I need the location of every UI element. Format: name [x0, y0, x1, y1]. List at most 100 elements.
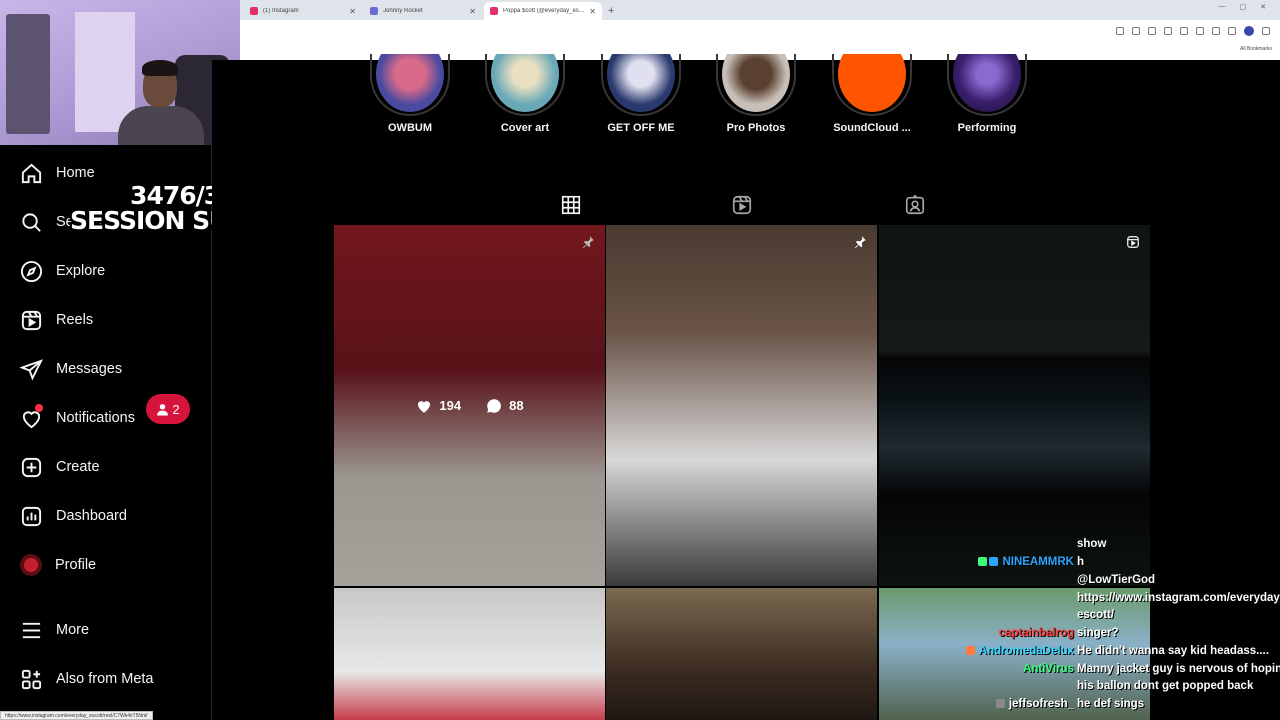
sidebar-item-reels[interactable]: Reels [20, 305, 93, 335]
highlight-cover [607, 54, 675, 112]
chat-badges [978, 557, 999, 567]
status-bar-url: https://www.instagram.com/everyday_escot… [0, 711, 153, 720]
chat-username: AntiVirus [1023, 663, 1074, 675]
webcam-person-hair [142, 60, 178, 76]
user-icon [157, 403, 169, 415]
chat-message: https://www.instagram.com/everyday_ [1077, 592, 1280, 604]
sidebar-item-messages[interactable]: Messages [20, 354, 122, 384]
highlight-ring [485, 54, 565, 116]
media-icon[interactable] [1164, 27, 1172, 35]
highlight-item[interactable]: GET OFF ME [601, 54, 681, 134]
webcam-person-body [118, 106, 204, 145]
webcam-cat-tree [6, 14, 50, 134]
highlight-item[interactable]: Cover art [485, 54, 565, 134]
sidebar-item-label: Notifications [56, 410, 135, 426]
chat-message: show [1077, 538, 1107, 550]
tab-title: Johnny Rocket [383, 8, 423, 14]
sidebar-item-label: Messages [56, 361, 123, 377]
sidebar-item-label: Also from Meta [56, 671, 154, 687]
kebab-menu-icon[interactable] [1262, 27, 1270, 35]
reels-tab-icon[interactable] [731, 194, 753, 216]
browser-toolbar [240, 20, 1280, 42]
sidebar-icon[interactable] [1196, 27, 1204, 35]
highlight-item[interactable]: Performing [947, 54, 1027, 134]
extensions-icon[interactable] [1180, 27, 1188, 35]
translate-icon[interactable] [1116, 27, 1124, 35]
comments-count: 88 [509, 398, 524, 413]
tab-search-icon[interactable] [1228, 27, 1236, 35]
highlight-label: Cover art [500, 122, 550, 134]
close-icon[interactable]: ✕ [469, 7, 476, 16]
highlight-label: Performing [957, 122, 1017, 134]
browser-tab-2[interactable]: Poppa $cott (@everyday_escott) ✕ [484, 2, 602, 20]
chat-message: He didn't wanna say kid headass.... [1077, 645, 1269, 657]
sidebar-item-notifications[interactable]: Notifications 2 [20, 394, 190, 433]
chat-message: he def sings [1077, 698, 1145, 710]
home-icon [21, 163, 42, 183]
browser-profile-avatar[interactable] [1244, 26, 1254, 36]
pen-icon [370, 7, 378, 15]
sidebar-item-more[interactable]: More [20, 615, 89, 645]
browser-tab-bar: (1) Instagram ✕ Johnny Rocket ✕ Poppa $c… [240, 0, 1280, 20]
comments-stat: 88 [485, 397, 524, 415]
zoom-icon[interactable] [1132, 27, 1140, 35]
tagged-icon[interactable] [904, 194, 926, 216]
sidebar-item-label: Home [56, 165, 95, 181]
highlight-item[interactable]: SoundCloud ... [832, 54, 912, 134]
minimize-icon[interactable]: — [1219, 3, 1226, 11]
screen: (1) Instagram ✕ Johnny Rocket ✕ Poppa $c… [0, 0, 1280, 720]
post-tile[interactable] [606, 225, 877, 586]
chat-message: h [1077, 556, 1085, 568]
search-icon [22, 212, 41, 232]
highlight-item[interactable]: OWBUM [370, 54, 450, 134]
new-tab-button[interactable]: + [608, 2, 614, 20]
sidebar-item-label: Profile [55, 557, 97, 573]
browser-tab-0[interactable]: (1) Instagram ✕ [244, 2, 362, 20]
tab-title: Poppa $cott (@everyday_escott) [503, 8, 586, 14]
maximize-icon[interactable]: ▢ [1240, 3, 1247, 11]
reels-icon [21, 310, 42, 330]
sidebar-item-label: More [56, 622, 90, 638]
highlight-ring [601, 54, 681, 116]
close-window-icon[interactable]: ✕ [1260, 3, 1266, 11]
post-tile[interactable] [334, 588, 605, 720]
comment-icon [487, 398, 501, 413]
chat-badges [965, 646, 975, 656]
chat-message: singer? [1077, 627, 1119, 639]
chat-username: NINEAMMRK [974, 556, 1074, 568]
pin-icon [854, 236, 866, 249]
sidebar-item-also-from-meta[interactable]: Also from Meta [20, 664, 154, 694]
compass-icon [20, 260, 43, 282]
all-bookmarks[interactable]: All Bookmarks [1240, 46, 1272, 52]
highlight-cover [953, 54, 1021, 112]
sidebar-item-dashboard[interactable]: Dashboard [20, 501, 127, 531]
browser-tab-1[interactable]: Johnny Rocket ✕ [364, 2, 482, 20]
plus-square-icon [21, 457, 42, 477]
highlight-ring [947, 54, 1027, 116]
highlight-cover [376, 54, 444, 112]
close-icon[interactable]: ✕ [349, 7, 356, 16]
likes-count: 194 [439, 398, 462, 413]
sidebar-item-label: Reels [56, 312, 94, 328]
highlight-cover [722, 54, 790, 112]
stream-chat: show NINEAMMRK h @LowTierGod https://www… [960, 528, 1280, 720]
highlight-ring [832, 54, 912, 116]
chat-message: his ballon dont get popped back [1077, 680, 1254, 692]
sidebar-item-profile[interactable]: Profile [20, 550, 96, 580]
instagram-icon [490, 7, 498, 15]
bookmark-star-icon[interactable] [1148, 27, 1156, 35]
highlight-ring [716, 54, 796, 116]
notification-count: 2 [172, 401, 180, 417]
chat-username: jeffsofresh_ [960, 698, 1074, 710]
close-icon[interactable]: ✕ [589, 7, 596, 16]
sidebar-item-create[interactable]: Create [20, 452, 100, 482]
likes-stat: 194 [415, 397, 461, 415]
sidebar-item-explore[interactable]: Explore [20, 256, 105, 286]
highlight-item[interactable]: Pro Photos [716, 54, 796, 134]
post-tile[interactable]: 194 88 [334, 225, 605, 586]
chat-message: @LowTierGod [1077, 574, 1156, 586]
post-tile[interactable] [606, 588, 877, 720]
download-icon[interactable] [1212, 27, 1220, 35]
grid-icon[interactable] [560, 194, 582, 216]
highlight-label: OWBUM [388, 122, 432, 134]
